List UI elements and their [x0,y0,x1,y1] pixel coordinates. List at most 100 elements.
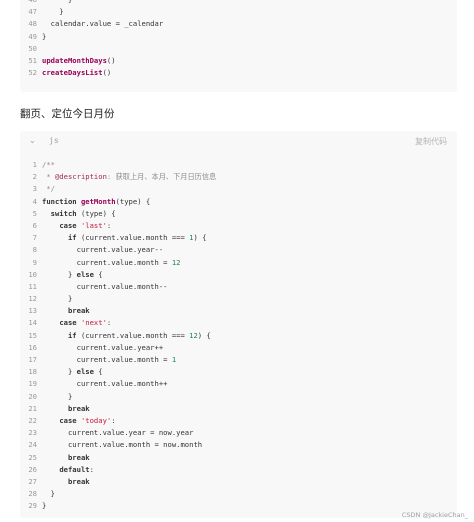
line-number: 7 [32,233,37,243]
line-number: 28 [28,489,37,499]
code-line: 52 createDaysList() [20,67,457,79]
watermark: CSDN @JackieChan_ [401,511,468,519]
code-line: 9 current.value.month = 12 [20,257,457,269]
line-number: 20 [28,391,37,401]
code-text: } [42,0,72,4]
code-line: 3 */ [20,183,457,195]
line-number: 18 [28,367,37,377]
code-text: case 'last': [59,220,112,230]
code-line: 6 case 'last': [20,220,457,232]
code-line: 24 current.value.month = now.month [20,439,457,451]
chevron-down-icon[interactable]: ⌄ [29,136,36,145]
line-number: 29 [28,501,37,511]
line-number: 11 [28,281,37,291]
code-line: 14 case 'next': [20,317,457,329]
code-block-top: 46 }47 }48 calendar.value = _calendar49}… [20,0,457,92]
code-line: 7 if (current.value.month === 1) { [20,232,457,244]
code-lines-top: 46 }47 }48 calendar.value = _calendar49}… [20,0,457,79]
code-line: 22 case 'today': [20,415,457,427]
copy-code-button[interactable]: 复制代码 [415,136,447,147]
language-label: js [49,136,59,145]
code-text: current.value.month = 12 [42,257,181,267]
line-number: 10 [28,269,37,279]
line-number: 6 [32,220,37,230]
line-number: 3 [32,184,37,194]
code-text: function getMonth(type) { [42,196,151,206]
line-number: 47 [28,7,37,17]
code-line: 15 if (current.value.month === 12) { [20,330,457,342]
code-line: 21 break [20,403,457,415]
code-text: case 'next': [59,318,112,328]
code-line: 47 } [20,6,457,18]
code-text: break [67,452,90,462]
code-text: default: [59,464,94,474]
line-number: 1 [32,160,37,169]
line-number: 51 [28,55,37,65]
code-text: case 'today': [59,415,116,425]
code-lines-main: 1/** 2 * @description: 获取上月、本月、下月日历信息 3 */… [20,151,457,512]
line-number: 52 [28,68,37,78]
code-line: 27 break [20,476,457,488]
line-number: 49 [28,31,37,41]
code-line: 49} [20,31,457,43]
code-text: switch (type) { [50,208,116,218]
line-number: 27 [28,476,37,486]
code-line: 19 current.value.month++ [20,378,457,390]
code-line: 16 current.value.year++ [20,342,457,354]
line-number: 2 [32,172,37,182]
code-text: * @description: 获取上月、本月、下月日历信息 [42,172,217,182]
code-line: 18 } else { [20,366,457,378]
line-number: 50 [28,43,37,53]
code-line: 23 current.value.year = now.year [20,427,457,439]
code-text: current.value.month = 1 [42,355,177,364]
code-line: 1 /** [20,159,457,171]
line-number: 21 [28,403,37,413]
line-number: 23 [28,428,37,438]
code-line: 51 updateMonthDays() [20,55,457,67]
code-block-main: ⌄ js 复制代码 1 /** 2 * @description: 获取上月、本月、… [20,131,457,518]
code-text: } else { [42,269,103,279]
line-number: 17 [28,355,37,364]
code-line: 25 break [20,452,457,464]
code-text: current.value.month = now.month [42,440,203,450]
code-text: current.value.year++ [42,342,164,352]
code-text: calendar.value = _calendar [42,19,164,29]
line-number: 48 [28,19,37,29]
code-line: 50 [20,43,457,55]
code-line: 4 function getMonth(type) { [20,196,457,208]
code-text: } [42,489,55,499]
line-number: 9 [32,257,37,267]
line-number: 13 [28,306,37,316]
code-line: 48 calendar.value = _calendar [20,18,457,30]
section-heading: 翻页、定位今日月份 [20,108,115,120]
code-text: } else { [42,367,103,377]
code-line: 13 break [20,305,457,317]
code-text: updateMonthDays() [42,55,116,65]
code-text: } [42,294,73,304]
code-line: 10 } else { [20,269,457,281]
code-text: } [42,31,47,41]
line-number: 16 [28,342,37,352]
code-line: 20 } [20,391,457,403]
code-text: break [67,476,90,486]
code-line: 5 switch (type) { [20,208,457,220]
line-number: 4 [32,196,37,206]
line-number: 15 [28,330,37,340]
code-text: current.value.month++ [42,379,168,389]
code-text: } [42,7,64,17]
code-text: break [67,306,90,316]
code-text: if (current.value.month === 1) { [67,233,207,243]
line-number: 5 [32,208,37,218]
code-line: 2 * @description: 获取上月、本月、下月日历信息 [20,171,457,183]
line-number: 19 [28,379,37,389]
code-line: 11 current.value.month-- [20,281,457,293]
code-text: current.value.year-- [42,245,164,255]
code-text: current.value.year = now.year [42,428,194,438]
code-line: 17 current.value.month = 1 [20,354,457,366]
line-number: 25 [28,452,37,462]
code-line: 12 } [20,293,457,305]
code-text: } [42,391,73,401]
code-line: 26 default: [20,464,457,476]
line-number: 14 [28,318,37,328]
line-number: 22 [28,415,37,425]
